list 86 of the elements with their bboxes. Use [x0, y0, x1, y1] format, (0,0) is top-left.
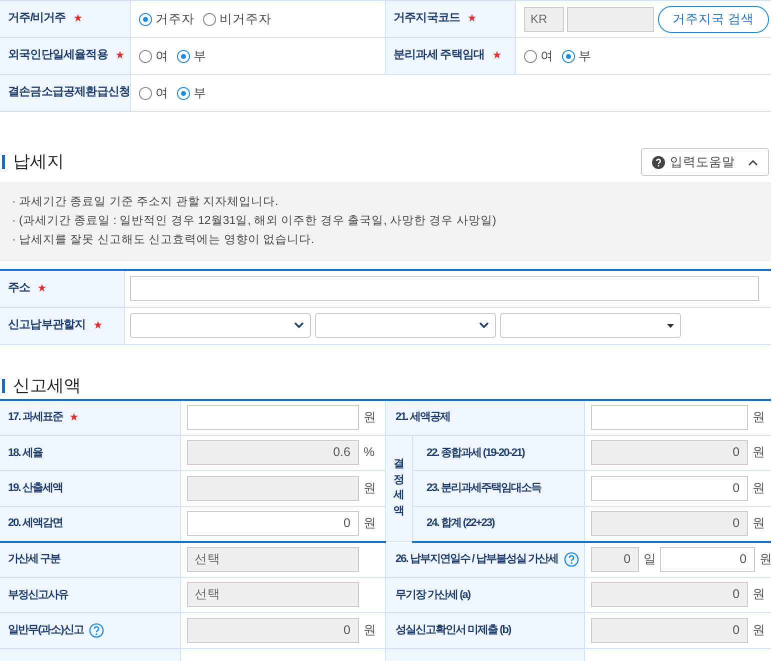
- field-label: 성실신고확인서 미제출 (b): [396, 624, 511, 636]
- unit-label: 원: [752, 480, 766, 495]
- field-label: 분리과세 주택임대: [394, 49, 485, 62]
- field-label: 23. 분리과세주택임대소득: [426, 482, 541, 494]
- radio-button[interactable]: [176, 86, 190, 100]
- amount-field[interactable]: 0: [590, 618, 748, 643]
- unit-label: 일: [644, 552, 657, 566]
- radio-label: 비거주자: [220, 12, 272, 26]
- radio-label: 여: [540, 48, 554, 63]
- code-name-field[interactable]: [566, 6, 654, 32]
- amount-field[interactable]: 0: [186, 618, 358, 643]
- days-field[interactable]: 0: [590, 547, 639, 572]
- note-text: · 납세지를 잘못 신고해도 신고효력에는 영향이 없습니다.: [12, 233, 316, 248]
- field-label: 무기장 가산세 (a): [396, 588, 470, 600]
- unit-label: 원: [752, 410, 766, 424]
- field-label: 거주/비거주: [8, 12, 66, 24]
- select-field[interactable]: [130, 313, 310, 338]
- field-label: 18. 세율: [8, 446, 42, 458]
- search-button[interactable]: 거주지국 검색: [658, 6, 769, 32]
- field-label: 가산세 구분: [8, 553, 60, 566]
- field-label: 21. 세액공제: [396, 411, 450, 424]
- help-icon[interactable]: [89, 622, 104, 638]
- help-icon: [652, 156, 665, 168]
- select-field[interactable]: [500, 313, 680, 338]
- unit-label: 원: [364, 622, 376, 637]
- unit-label: 원: [364, 516, 376, 530]
- field-label: 일반무(과소)신고: [8, 624, 84, 636]
- note-text: · 과세기간 종료일 기준 주소지 관할 지자체입니다.: [12, 195, 280, 210]
- amount-field[interactable]: 0: [660, 547, 755, 572]
- select-field[interactable]: 선택: [186, 582, 358, 608]
- amount-field[interactable]: 0: [590, 440, 748, 466]
- help-icon[interactable]: [564, 552, 580, 567]
- caret-icon: [666, 324, 674, 328]
- field-label: 주소: [8, 282, 30, 294]
- radio-label: 부: [194, 48, 206, 63]
- field-label: 17. 과세표준: [8, 411, 62, 424]
- unit-label: 원: [752, 622, 766, 637]
- section-title: 납세지: [2, 155, 64, 169]
- select-field[interactable]: 선택: [186, 547, 358, 572]
- field-label: 24. 합계 (22+23): [426, 517, 494, 530]
- address-field[interactable]: [130, 276, 758, 302]
- amount-field[interactable]: [186, 405, 358, 430]
- note-text: · (과세기간 종료일 : 일반적인 경우 12월31일, 해외 이주한 경우 출국일, 사망한 경우 사망일): [12, 214, 498, 229]
- radio-label: 여: [156, 48, 168, 63]
- unit-label: 원: [364, 480, 376, 495]
- chevron-up-icon: [748, 158, 758, 166]
- field-label: 20. 세액감면: [8, 517, 62, 530]
- radio-label: 거주자: [156, 12, 194, 26]
- radio-button[interactable]: [524, 50, 536, 63]
- section-title: 신고세액: [2, 378, 81, 392]
- group-label: 결정세액: [392, 457, 404, 519]
- radio-button[interactable]: [176, 50, 190, 63]
- country-code-field[interactable]: KR: [524, 6, 564, 32]
- chevron-down-icon: [478, 322, 488, 329]
- amount-field[interactable]: 0: [590, 582, 748, 608]
- unit-label: 원: [752, 445, 766, 460]
- amount-field[interactable]: 0.6: [186, 440, 358, 466]
- unit-label: %: [364, 445, 375, 460]
- radio-button[interactable]: [202, 12, 216, 26]
- radio-label: 부: [578, 48, 592, 63]
- amount-field[interactable]: [590, 405, 748, 430]
- amount-field[interactable]: 0: [590, 476, 748, 501]
- help-toggle-button[interactable]: 입력도움말: [641, 148, 769, 176]
- unit-label: 원: [760, 552, 771, 566]
- radio-button[interactable]: [562, 50, 574, 63]
- radio-button[interactable]: [138, 50, 152, 63]
- unit-label: 원: [752, 587, 766, 602]
- field-label: 26. 납부지연일수 / 납부불성실 가산세: [396, 553, 558, 566]
- unit-label: 원: [364, 410, 376, 424]
- amount-field[interactable]: 0: [590, 511, 748, 536]
- unit-label: 원: [752, 516, 766, 530]
- field-label: 결손금소급공제환급신청: [8, 86, 129, 98]
- amount-field[interactable]: 0: [186, 511, 358, 536]
- radio-label: 여: [156, 86, 168, 100]
- radio-label: 부: [194, 86, 206, 100]
- field-label: 거주지국코드: [394, 12, 460, 24]
- field-label: 19. 산출세액: [8, 482, 62, 494]
- chevron-down-icon: [294, 322, 304, 329]
- field-label: 신고납부관할지: [8, 318, 86, 331]
- field-label: 부정신고사유: [8, 588, 68, 600]
- amount-field[interactable]: [186, 476, 358, 501]
- field-label: 22. 종합과세 (19-20-21): [426, 446, 524, 458]
- radio-button[interactable]: [138, 86, 152, 100]
- radio-button[interactable]: [138, 12, 152, 26]
- field-label: 외국인단일세율적용: [8, 49, 108, 62]
- select-field[interactable]: [314, 313, 496, 338]
